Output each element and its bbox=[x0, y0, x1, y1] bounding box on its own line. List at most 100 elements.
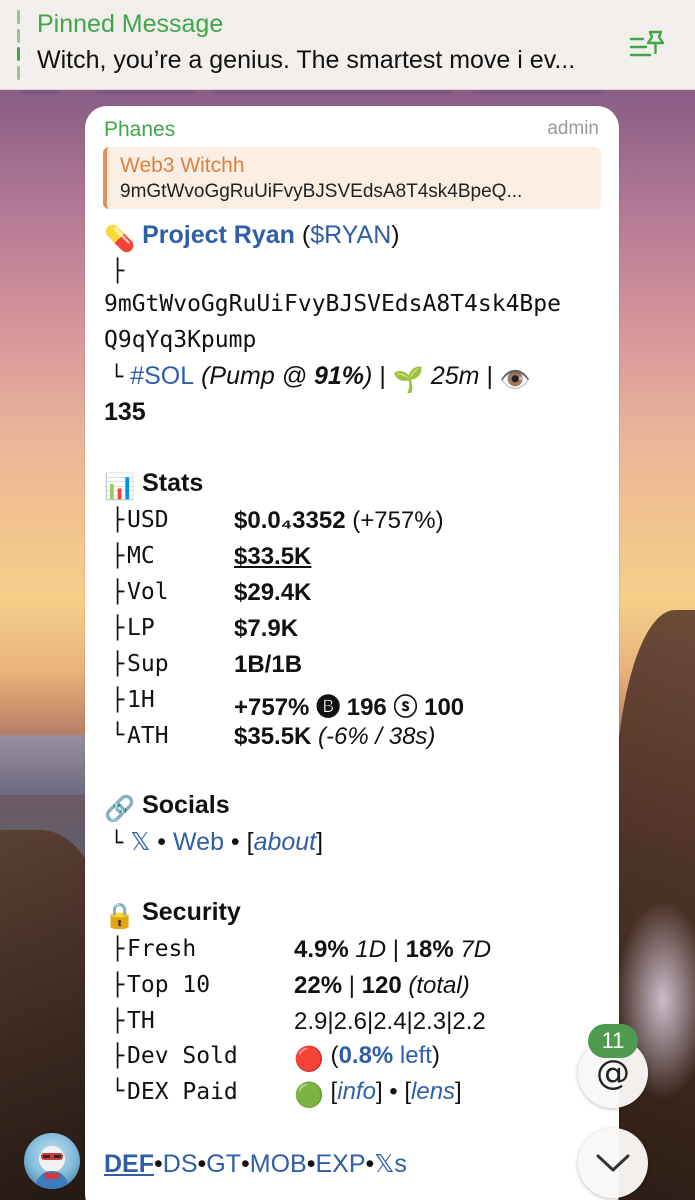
lock-icon: 🔒 bbox=[104, 902, 136, 930]
pinned-list-icon[interactable] bbox=[628, 26, 668, 62]
seedling-icon: 🌱 bbox=[392, 366, 424, 394]
sender-role: admin bbox=[547, 118, 599, 139]
security-title: Security bbox=[142, 898, 241, 926]
security-value-th-links[interactable]: 2.9|2.6|2.4|2.3|2.2 bbox=[294, 1008, 486, 1036]
reply-preview[interactable]: Web3 Witchh 9mGtWvoGgRuUiFvyBJSVEdsA8T4s… bbox=[103, 147, 601, 209]
hidden-message-edge bbox=[20, 90, 60, 94]
tree-branch: ├ bbox=[111, 688, 125, 713]
tree-branch: ├ bbox=[111, 1044, 125, 1069]
socials-header: 🔗 Socials bbox=[104, 791, 230, 824]
stat-value-ath: $35.5K (-6% / 38s) bbox=[234, 723, 436, 750]
security-value-dex-paid: 🟢 [info] • [lens] bbox=[294, 1078, 462, 1109]
stat-label-usd: USD bbox=[127, 507, 169, 533]
security-label-dev-sold: Dev Sold bbox=[127, 1043, 238, 1069]
separator: | bbox=[479, 362, 500, 390]
pinned-position-indicator bbox=[17, 10, 21, 80]
socials-title: Socials bbox=[142, 791, 230, 819]
footer-links: DEF•DS•GT•MOB•EXP•𝕏s bbox=[104, 1150, 407, 1178]
security-label-dex-paid: DEX Paid bbox=[127, 1079, 238, 1105]
pump-percent: 91% bbox=[314, 362, 365, 390]
tree-end: └ bbox=[110, 365, 124, 390]
ticker-close: ) bbox=[391, 221, 400, 249]
pinned-title: Pinned Message bbox=[37, 10, 224, 38]
tree-branch: ├ bbox=[111, 937, 125, 962]
security-label-th: TH bbox=[127, 1008, 155, 1034]
tree-branch: ├ bbox=[111, 973, 125, 998]
separator: | bbox=[372, 362, 393, 390]
reply-text: 9mGtWvoGgRuUiFvyBJSVEdsA8T4sk4BpeQ... bbox=[120, 181, 523, 202]
bracket: ] bbox=[316, 828, 324, 856]
pill-icon: 💊 bbox=[104, 225, 136, 253]
stat-value-1h: +757% 🅑 196 ⓢ 100 bbox=[234, 694, 465, 721]
pinned-text: Witch, you’re a genius. The smartest mov… bbox=[37, 46, 576, 74]
link-icon: 🔗 bbox=[104, 795, 136, 823]
green-circle-icon: 🟢 bbox=[294, 1082, 324, 1109]
socials-links: └ 𝕏 • Web • [about] bbox=[104, 827, 323, 857]
stat-value-mc-link[interactable]: $33.5K bbox=[234, 543, 311, 571]
lens-link[interactable]: lens bbox=[411, 1078, 455, 1105]
tree-branch: ├ bbox=[111, 544, 125, 569]
stat-label-lp: LP bbox=[127, 615, 155, 641]
sender-name[interactable]: Phanes bbox=[104, 118, 175, 142]
stat-value-vol: $29.4K bbox=[234, 579, 312, 606]
info-link[interactable]: info bbox=[337, 1078, 376, 1105]
stat-label-1h: 1H bbox=[127, 687, 155, 713]
security-value-dev-sold: 🔴 (0.8% left) bbox=[294, 1042, 440, 1073]
pinned-message-bar[interactable]: Pinned Message Witch, you’re a genius. T… bbox=[0, 0, 695, 90]
ticker-open: ( bbox=[294, 221, 311, 249]
token-header: 💊 Project Ryan ($RYAN) bbox=[104, 221, 400, 254]
at-icon: @ bbox=[596, 1053, 630, 1093]
def-link[interactable]: DEF bbox=[104, 1150, 154, 1178]
security-value-fresh: 4.9% 1D | 18% 7D bbox=[294, 936, 492, 963]
tree-branch: ├ bbox=[111, 508, 125, 533]
stat-label-vol: Vol bbox=[127, 579, 169, 605]
pump-label: (Pump @ bbox=[194, 362, 314, 390]
contract-address-line1[interactable]: 9mGtWvoGgRuUiFvyBJSVEdsA8T4sk4Bpe bbox=[104, 291, 561, 317]
tree-branch: ├ bbox=[111, 259, 125, 284]
tree-end: └ bbox=[110, 831, 124, 856]
eye-icon: 👁️ bbox=[499, 366, 532, 394]
hidden-message-edge bbox=[214, 90, 454, 94]
view-count: 135 bbox=[104, 398, 146, 426]
contract-address-line2[interactable]: Q9qYq3Kpump bbox=[104, 327, 256, 353]
gt-link[interactable]: GT bbox=[206, 1150, 241, 1178]
token-meta-line: └ #SOL (Pump @ 91%) | 🌱 25m | 👁️ bbox=[104, 362, 531, 395]
token-age: 25m bbox=[423, 362, 480, 390]
token-name-link[interactable]: Project Ryan bbox=[142, 221, 295, 249]
scroll-down-button[interactable] bbox=[578, 1128, 648, 1198]
chain-hashtag[interactable]: #SOL bbox=[130, 362, 194, 390]
avatar-image bbox=[34, 1146, 70, 1189]
tree-end: └ bbox=[111, 723, 125, 748]
x-link[interactable]: 𝕏 bbox=[130, 828, 150, 856]
hidden-message-edge bbox=[96, 90, 196, 94]
sender-avatar[interactable] bbox=[24, 1133, 80, 1189]
stat-label-ath: ATH bbox=[127, 723, 169, 749]
tree-branch: ├ bbox=[111, 1009, 125, 1034]
reply-author: Web3 Witchh bbox=[120, 154, 245, 177]
xs-link[interactable]: 𝕏s bbox=[374, 1150, 407, 1178]
exp-link[interactable]: EXP bbox=[315, 1150, 365, 1178]
stat-value-usd: $0.0₄3352 (+757%) bbox=[234, 507, 444, 534]
bar-chart-icon: 📊 bbox=[104, 473, 136, 501]
about-link[interactable]: about bbox=[254, 828, 317, 856]
tree-end: └ bbox=[111, 1079, 125, 1104]
web-link[interactable]: Web bbox=[173, 828, 224, 856]
stat-label-sup: Sup bbox=[127, 651, 169, 677]
mention-count-badge: 11 bbox=[588, 1024, 638, 1058]
stats-title: Stats bbox=[142, 469, 204, 497]
stat-value-lp: $7.9K bbox=[234, 615, 299, 642]
ticker-link[interactable]: $RYAN bbox=[310, 221, 391, 249]
dev-sold-percent-link[interactable]: 0.8% bbox=[339, 1042, 394, 1069]
ds-link[interactable]: DS bbox=[163, 1150, 198, 1178]
bullet: • bbox=[150, 828, 174, 856]
chevron-down-icon bbox=[596, 1154, 630, 1172]
security-header: 🔒 Security bbox=[104, 898, 241, 931]
hidden-message-edge bbox=[472, 90, 602, 94]
message-bubble[interactable]: Phanes admin Web3 Witchh 9mGtWvoGgRuUiFv… bbox=[85, 106, 619, 1200]
tree-branch: ├ bbox=[111, 616, 125, 641]
stat-value-sup: 1B/1B bbox=[234, 651, 303, 678]
stat-label-mc: MC bbox=[127, 543, 155, 569]
red-circle-icon: 🔴 bbox=[294, 1046, 324, 1073]
tree-branch: ├ bbox=[111, 580, 125, 605]
mob-link[interactable]: MOB bbox=[250, 1150, 307, 1178]
